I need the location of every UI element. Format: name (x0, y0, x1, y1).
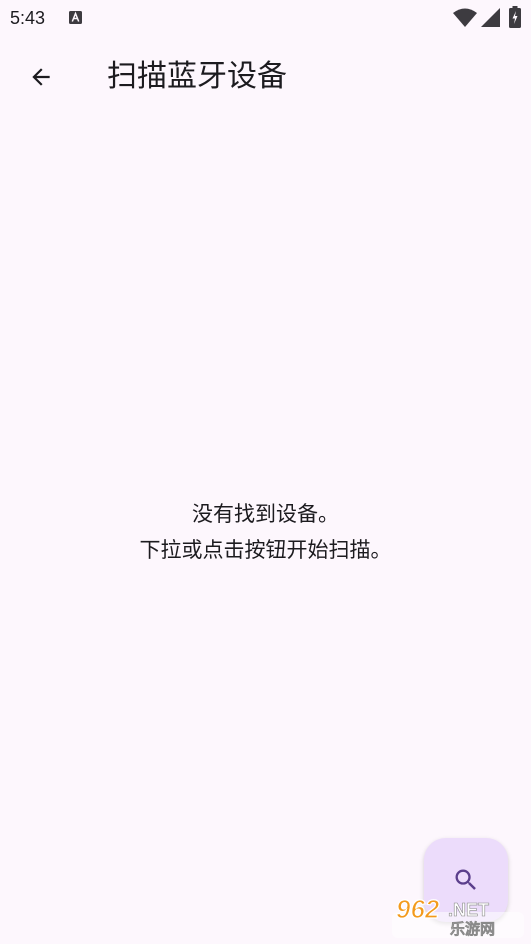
svg-text:.NET: .NET (448, 900, 489, 920)
status-time: 5:43 (10, 8, 46, 28)
cellular-signal-icon (481, 8, 500, 27)
status-bar: 5:43 (0, 0, 531, 36)
empty-state-line-2: 下拉或点击按钮开始扫描。 (139, 538, 392, 562)
search-icon (455, 869, 476, 890)
svg-text:乐游网: 乐游网 (450, 920, 495, 938)
top-app-bar: 扫描蓝牙设备 (0, 40, 531, 116)
battery-icon (509, 6, 521, 28)
arrow-back-icon (32, 68, 50, 86)
font-a-icon (69, 11, 82, 24)
page-title: 扫描蓝牙设备 (107, 59, 287, 94)
svg-text:962: 962 (396, 894, 440, 924)
site-watermark-logo: 962 .NET 乐游网 (392, 893, 524, 938)
empty-state-message: 没有找到设备。 下拉或点击按钮开始扫描。 (0, 496, 531, 568)
back-button[interactable] (18, 54, 64, 100)
empty-state-line-1: 没有找到设备。 (192, 502, 339, 526)
wifi-icon (453, 8, 477, 27)
